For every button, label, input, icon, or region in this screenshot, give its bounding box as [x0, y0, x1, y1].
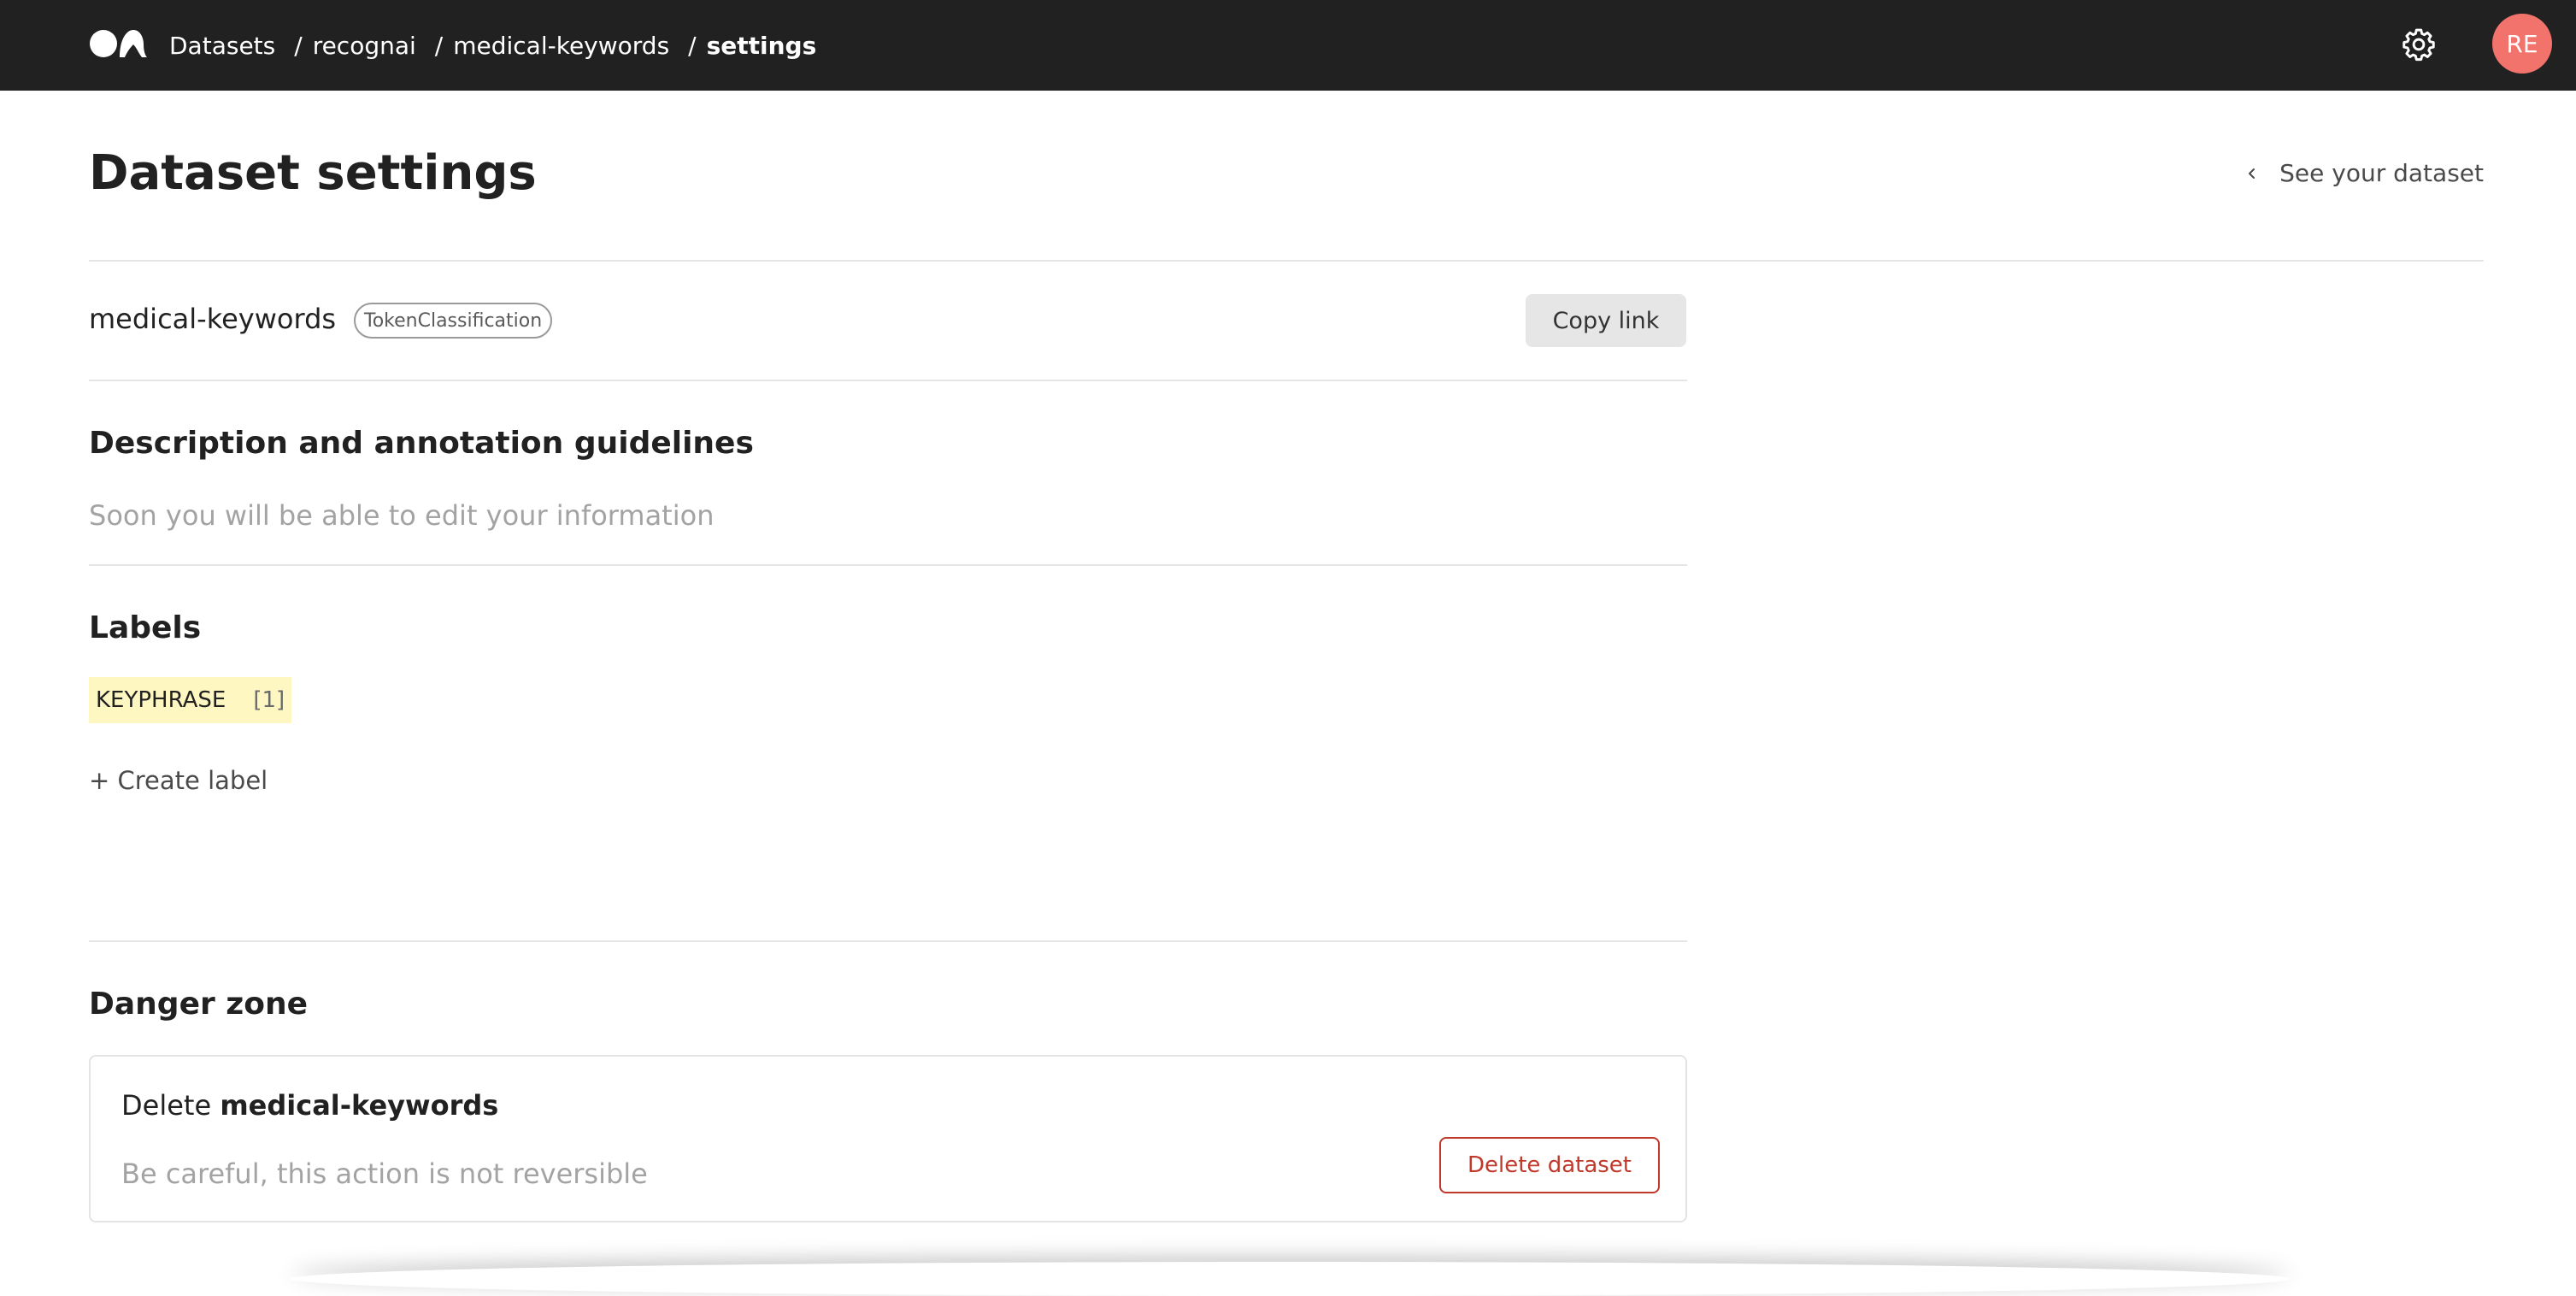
settings-gear-icon[interactable]: [2400, 26, 2438, 63]
chevron-left-icon: [2249, 168, 2255, 179]
danger-zone-card: Delete medical-keywords Be careful, this…: [89, 1055, 1687, 1222]
breadcrumb-separator: /: [434, 31, 444, 60]
label-chip-keyphrase[interactable]: KEYPHRASE [1]: [89, 677, 292, 723]
header-divider: [89, 260, 2484, 262]
section-divider: [89, 564, 1687, 566]
user-avatar[interactable]: RE: [2492, 14, 2552, 74]
section-divider: [89, 940, 1687, 942]
task-type-badge: TokenClassification: [354, 303, 553, 339]
top-navigation-bar: Datasets / recognai / medical-keywords /…: [0, 0, 2576, 91]
breadcrumb: Datasets / recognai / medical-keywords /…: [169, 0, 816, 91]
breadcrumb-dataset[interactable]: medical-keywords: [453, 32, 669, 60]
section-divider: [89, 380, 1687, 381]
app-logo-icon[interactable]: [89, 27, 147, 58]
delete-warning-text: Be careful, this action is not reversibl…: [121, 1158, 648, 1190]
see-your-dataset-link[interactable]: See your dataset: [2244, 159, 2484, 187]
label-count: [1]: [253, 687, 285, 713]
breadcrumb-datasets[interactable]: Datasets: [169, 32, 275, 60]
copy-link-button[interactable]: Copy link: [1526, 294, 1686, 347]
delete-dataset-name: medical-keywords: [220, 1089, 499, 1122]
description-placeholder-text: Soon you will be able to edit your infor…: [89, 499, 715, 532]
breadcrumb-separator: /: [688, 31, 697, 60]
labels-section-title: Labels: [89, 610, 202, 645]
page-title: Dataset settings: [89, 145, 537, 201]
dataset-name: medical-keywords: [89, 303, 337, 335]
description-section-title: Description and annotation guidelines: [89, 426, 754, 461]
label-name: KEYPHRASE: [96, 687, 226, 713]
delete-dataset-button[interactable]: Delete dataset: [1439, 1137, 1660, 1193]
breadcrumb-separator: /: [294, 31, 303, 60]
delete-dataset-heading: Delete medical-keywords: [121, 1089, 498, 1122]
delete-prefix: Delete: [121, 1089, 212, 1122]
danger-zone-title: Danger zone: [89, 987, 309, 1022]
see-your-dataset-label: See your dataset: [2279, 159, 2484, 187]
bottom-panel-shadow: [291, 1262, 2291, 1296]
breadcrumb-current-page: settings: [706, 31, 817, 60]
breadcrumb-workspace[interactable]: recognai: [313, 32, 416, 60]
create-label-button[interactable]: + Create label: [89, 766, 268, 795]
